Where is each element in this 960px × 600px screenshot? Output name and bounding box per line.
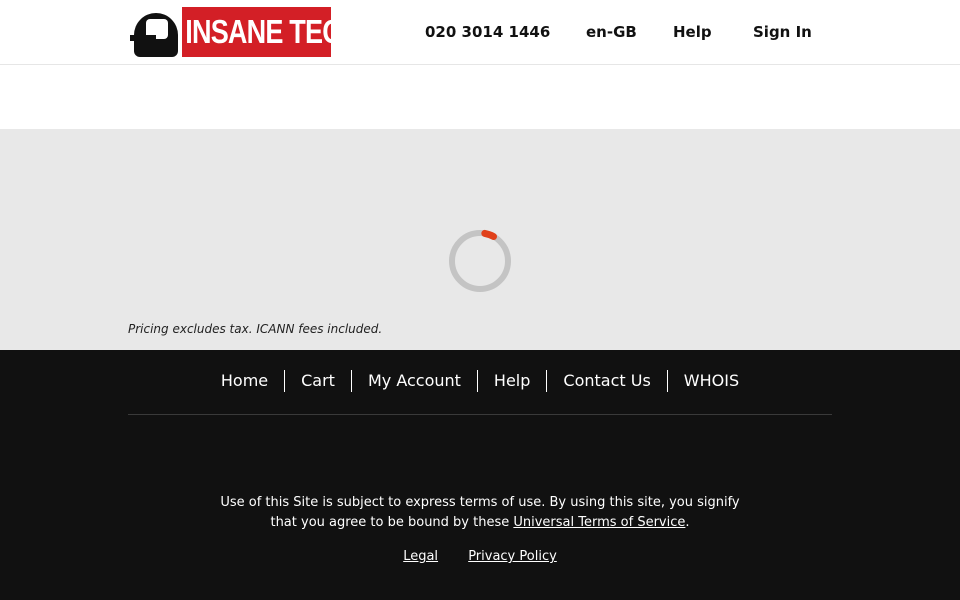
- site-logo[interactable]: INSANE TECH: [130, 7, 331, 57]
- footer-link-help[interactable]: Help: [476, 370, 546, 392]
- pricing-note: Pricing excludes tax. ICANN fees include…: [128, 322, 383, 336]
- phone-number-link[interactable]: 020 3014 1446: [425, 23, 550, 41]
- loading-spinner-icon: [449, 229, 511, 292]
- sign-in-link[interactable]: Sign In: [753, 23, 812, 41]
- terms-line-2-text: that you agree to be bound by these: [270, 515, 514, 530]
- privacy-policy-link[interactable]: Privacy Policy: [468, 549, 557, 564]
- terms-period: .: [685, 515, 690, 530]
- logo-person-icon: [130, 7, 182, 57]
- universal-terms-link[interactable]: Universal Terms of Service: [513, 515, 685, 530]
- terms-line-2: that you agree to be bound by these Univ…: [0, 513, 960, 533]
- footer-link-contact-us[interactable]: Contact Us: [546, 370, 666, 392]
- terms-notice: Use of this Site is subject to express t…: [0, 493, 960, 533]
- site-header: INSANE TECH 020 3014 1446 en-GB Help Sig…: [0, 0, 960, 65]
- footer-link-my-account[interactable]: My Account: [350, 370, 477, 392]
- main-content: Pricing excludes tax. ICANN fees include…: [0, 129, 960, 350]
- terms-line-1: Use of this Site is subject to express t…: [220, 495, 740, 510]
- footer-link-home[interactable]: Home: [205, 370, 284, 392]
- logo-text: INSANE TECH: [185, 13, 331, 50]
- footer-divider: [128, 414, 832, 415]
- locale-selector[interactable]: en-GB: [586, 23, 637, 41]
- footer-link-whois[interactable]: WHOIS: [666, 370, 755, 392]
- legal-link[interactable]: Legal: [403, 549, 438, 564]
- footer-link-cart[interactable]: Cart: [284, 370, 351, 392]
- legal-links: Legal Privacy Policy: [0, 549, 960, 564]
- help-link[interactable]: Help: [673, 23, 712, 41]
- site-footer: Home Cart My Account Help Contact Us WHO…: [0, 350, 960, 600]
- footer-nav: Home Cart My Account Help Contact Us WHO…: [0, 370, 960, 392]
